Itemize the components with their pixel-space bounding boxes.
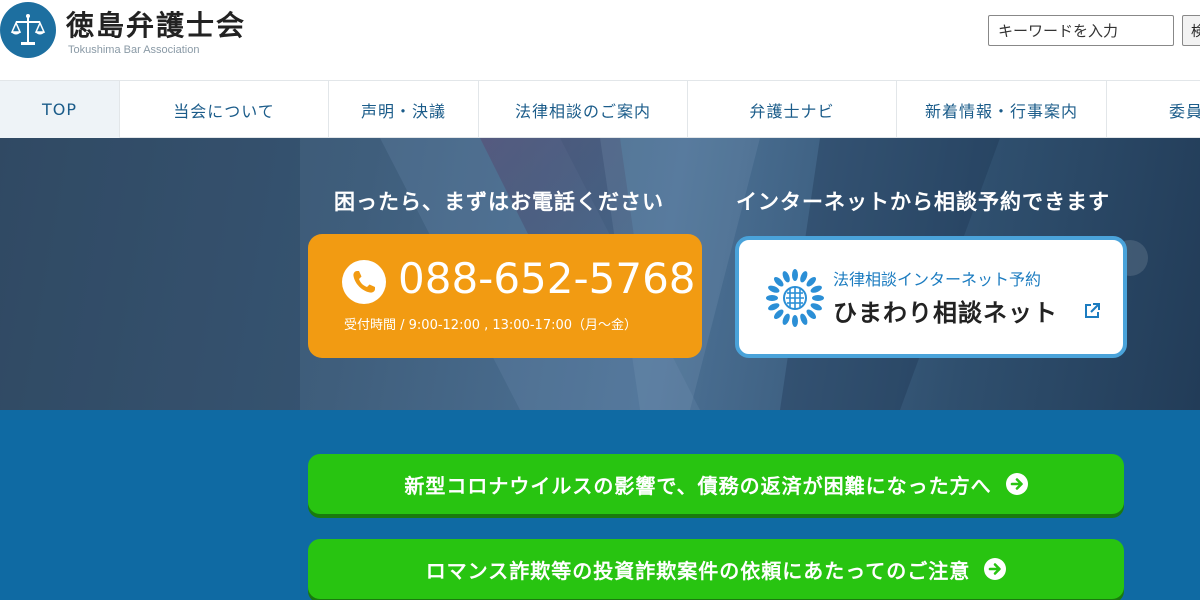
notice-section: 新型コロナウイルスの影響で、債務の返済が困難になった方へ ロマンス詐欺等の投資詐… (0, 410, 1200, 600)
sunflower-icon (765, 268, 825, 328)
notice-button-covid-debt[interactable]: 新型コロナウイルスの影響で、債務の返済が困難になった方へ (308, 454, 1124, 514)
arrow-right-circle-icon (1005, 473, 1028, 495)
himawari-subtitle: 法律相談インターネット予約 (833, 270, 1042, 289)
phone-hours: 受付時間 / 9:00-12:00 , 13:00-17:00（月〜金） (344, 318, 638, 333)
site-subtitle: Tokushima Bar Association (68, 44, 200, 56)
phone-number[interactable]: 088-652-5768 (398, 254, 696, 303)
internet-heading: インターネットから相談予約できます (736, 190, 1110, 214)
arrow-right-circle-icon (984, 558, 1007, 580)
notice-label: 新型コロナウイルスの影響で、債務の返済が困難になった方へ (404, 473, 992, 498)
nav-item-committees[interactable]: 委員 (1107, 81, 1200, 138)
site-header: 徳島弁護士会 Tokushima Bar Association 検 (0, 0, 1200, 80)
global-nav: TOP 当会について 声明・決議 法律相談のご案内 弁護士ナビ 新着情報・行事案… (0, 80, 1200, 138)
search-input[interactable] (988, 15, 1174, 46)
nav-item-lawyer-navi[interactable]: 弁護士ナビ (688, 81, 897, 138)
nav-item-about[interactable]: 当会について (120, 81, 329, 138)
phone-icon (342, 260, 386, 304)
himawari-consultation-link[interactable]: 法律相談インターネット予約 ひまわり相談ネット (735, 236, 1127, 358)
nav-item-legal-consultation[interactable]: 法律相談のご案内 (479, 81, 688, 138)
notice-button-romance-scam[interactable]: ロマンス詐欺等の投資詐欺案件の依頼にあたってのご注意 (308, 539, 1124, 599)
external-link-icon (1085, 303, 1100, 318)
hero-banner: 困ったら、まずはお電話ください インターネットから相談予約できます 088-65… (0, 138, 1200, 410)
phone-heading: 困ったら、まずはお電話ください (334, 190, 664, 214)
scales-of-justice-icon[interactable] (0, 2, 56, 58)
nav-item-news-events[interactable]: 新着情報・行事案内 (897, 81, 1107, 138)
nav-item-statements[interactable]: 声明・決議 (329, 81, 479, 138)
site-title[interactable]: 徳島弁護士会 (66, 4, 246, 44)
phone-card[interactable]: 088-652-5768 受付時間 / 9:00-12:00 , 13:00-1… (308, 234, 702, 358)
nav-item-top[interactable]: TOP (0, 81, 120, 138)
notice-label: ロマンス詐欺等の投資詐欺案件の依頼にあたってのご注意 (425, 558, 971, 583)
himawari-title: ひまわり相談ネット (833, 299, 1058, 327)
search-button[interactable]: 検 (1182, 15, 1200, 46)
